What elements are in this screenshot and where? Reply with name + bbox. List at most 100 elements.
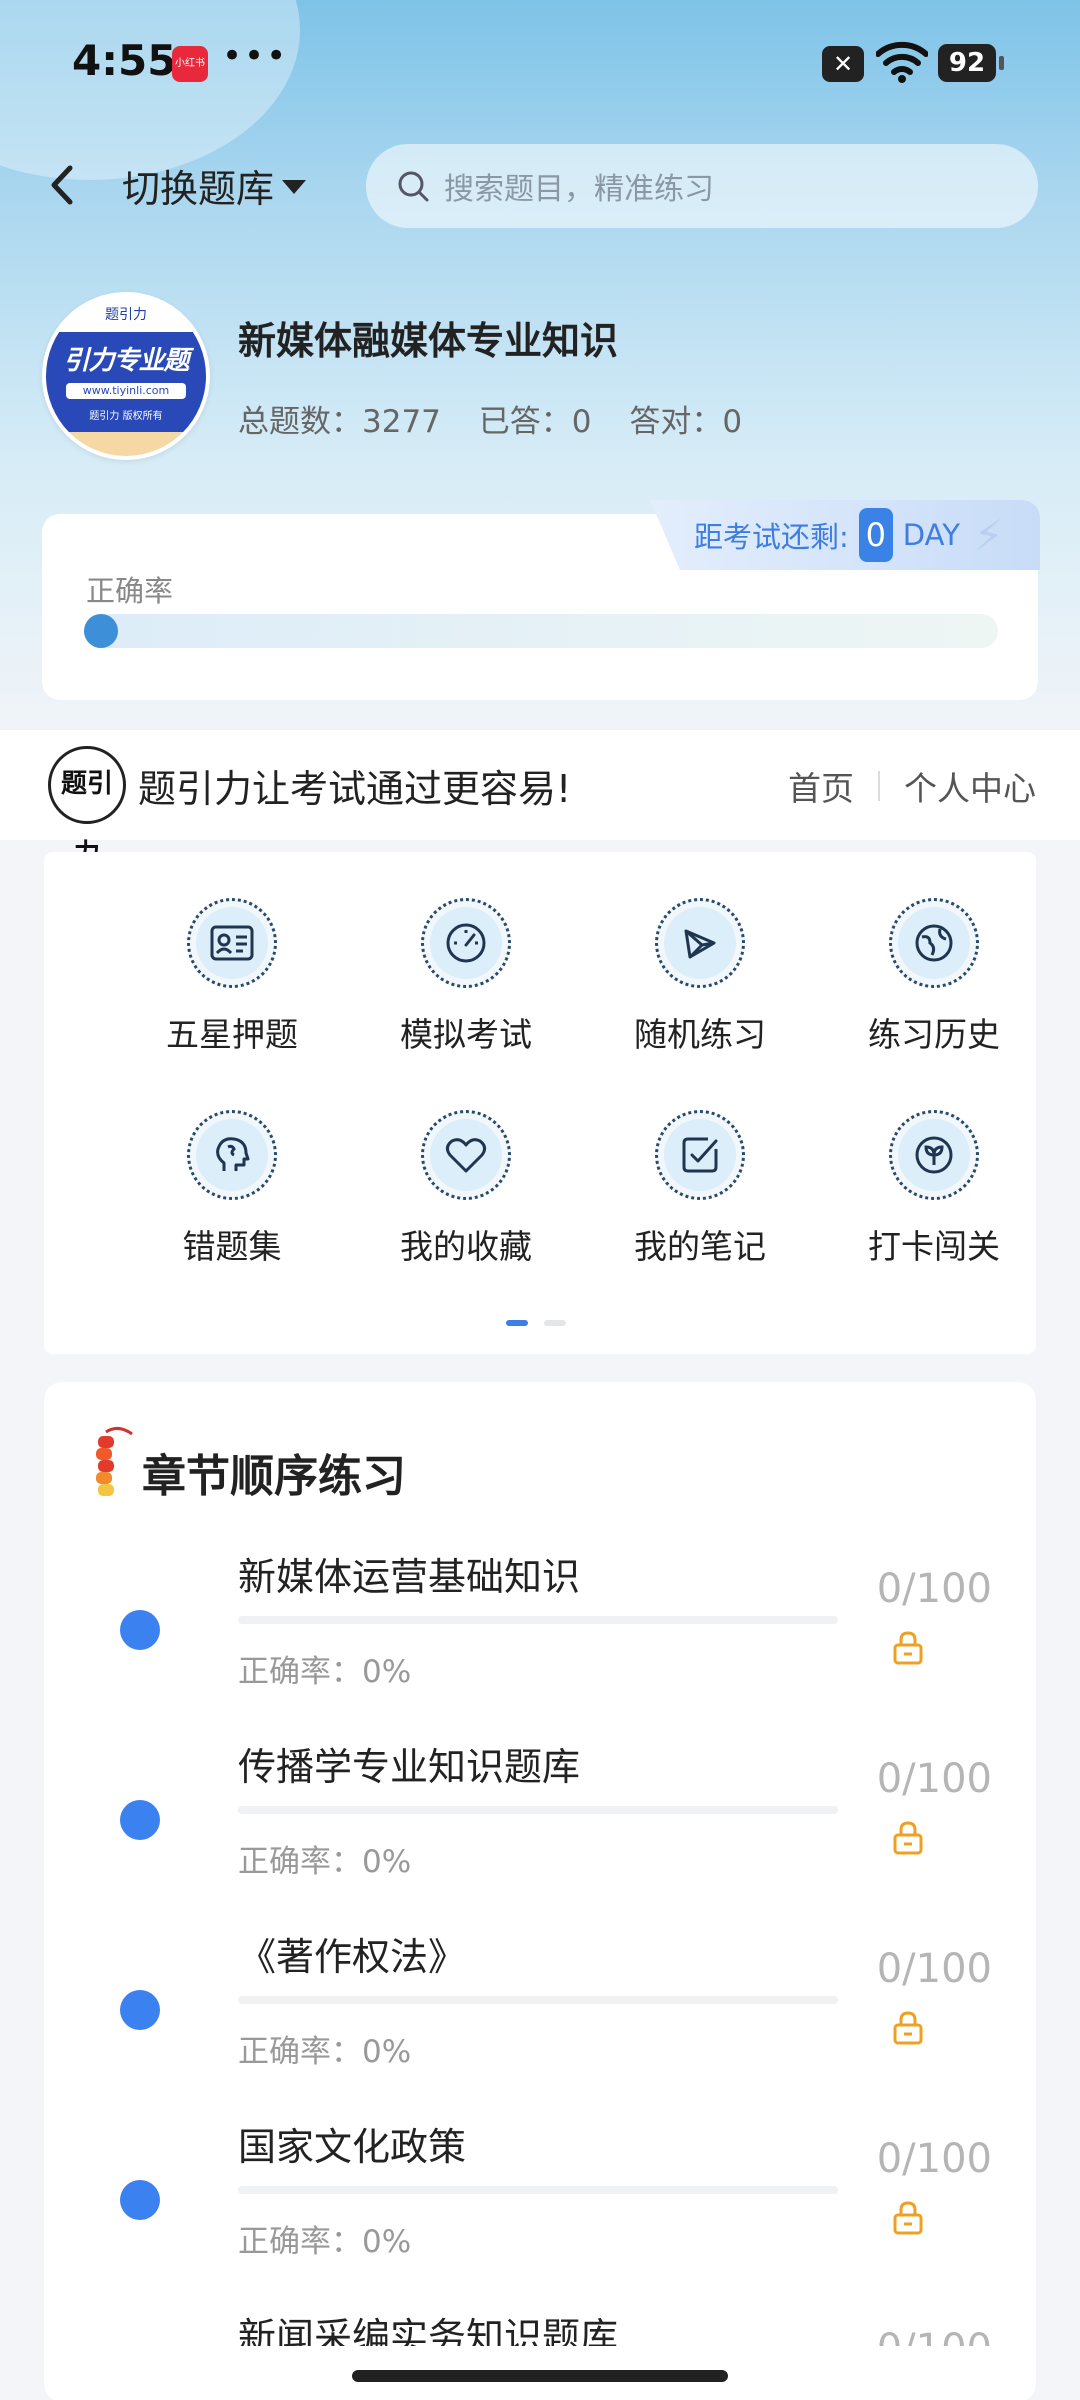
- wifi-icon: [876, 41, 928, 83]
- chapter-dot: [120, 1800, 160, 1840]
- chapter-title: 传播学专业知识题库: [238, 1745, 581, 1789]
- pager-dot[interactable]: [544, 1320, 566, 1326]
- back-arrow-icon[interactable]: [36, 150, 92, 220]
- feature-check-in[interactable]: 打卡闯关: [834, 1110, 1034, 1268]
- id-card-icon: [210, 925, 254, 961]
- feature-label: 练习历史: [868, 1015, 1000, 1054]
- chapter-progress-track: [238, 1996, 838, 2004]
- chapter-score: 0/100: [876, 1566, 992, 1612]
- feature-label: 打卡闯关: [868, 1227, 1000, 1266]
- nav-user-center-link[interactable]: 个人中心: [904, 762, 1036, 810]
- exam-countdown: 距考试还剩: 0 DAY ⚡: [650, 500, 1040, 570]
- feature-practice-history[interactable]: 练习历史: [834, 898, 1034, 1056]
- feature-label: 五星押题: [166, 1015, 298, 1054]
- feature-mock-exam[interactable]: 模拟考试: [366, 898, 566, 1056]
- xiaohongshu-app-icon: 小红书: [172, 46, 208, 82]
- home-indicator[interactable]: [352, 2370, 728, 2382]
- switch-bank-label: 切换题库: [122, 166, 275, 211]
- chapter-score: 0/100: [876, 1946, 992, 1992]
- feature-label: 我的收藏: [400, 1227, 532, 1266]
- feature-wrong-questions[interactable]: 错题集: [132, 1110, 332, 1268]
- total-questions: 总题数：3277: [238, 404, 441, 440]
- chapter-row[interactable]: 国家文化政策 正确率：0% 0/100: [44, 2116, 1036, 2306]
- feature-label: 错题集: [182, 1227, 282, 1266]
- more-notifications-icon: •••: [222, 36, 289, 76]
- search-placeholder: 搜索题目，精准练习: [444, 172, 714, 207]
- logo-band: 引力专业题 www.tiyinli.com 题引力 版权所有: [46, 332, 206, 432]
- chapter-accuracy: 正确率：0%: [238, 2224, 412, 2260]
- brand-strip: 题引力 题引力让考试通过更容易! 首页 个人中心: [0, 730, 1080, 869]
- chapter-dot: [120, 1610, 160, 1650]
- chapter-progress-track: [238, 1616, 838, 1624]
- correct-count: 答对：0: [629, 404, 743, 440]
- heart-icon: [445, 1138, 487, 1173]
- feature-label: 我的笔记: [634, 1227, 766, 1266]
- logo-copyright: 题引力 版权所有: [89, 411, 163, 422]
- feature-pager: [506, 1320, 566, 1326]
- chapter-dot: [120, 2180, 160, 2220]
- leaf-icon: [915, 1136, 953, 1174]
- switch-bank-button[interactable]: 切换题库: [122, 155, 307, 215]
- chapter-dot: [120, 1990, 160, 2030]
- status-time: 4:55: [72, 36, 177, 85]
- lightning-icon: ⚡: [973, 510, 1004, 560]
- chapter-row[interactable]: 新闻采编实务知识题库 0/100: [44, 2306, 1036, 2346]
- chapter-title: 《著作权法》: [238, 1935, 467, 1979]
- feature-random-practice[interactable]: 随机练习: [600, 898, 800, 1056]
- search-icon: [398, 171, 429, 202]
- lock-icon: [893, 1631, 923, 1665]
- sim-off-icon: ✕: [822, 46, 864, 82]
- lock-icon: [893, 2201, 923, 2235]
- accuracy-progress-fill: [84, 614, 118, 648]
- chapter-heading: 章节顺序练习: [142, 1451, 406, 1502]
- chapter-score: 0/100: [877, 2326, 992, 2346]
- answered-count: 已答：0: [478, 404, 592, 440]
- chapter-score: 0/100: [876, 1756, 992, 1802]
- firecracker-icon: [96, 1427, 133, 1496]
- countdown-label: 距考试还剩:: [694, 520, 849, 554]
- chapter-accuracy: 正确率：0%: [238, 2034, 412, 2070]
- head-icon: [216, 1137, 250, 1171]
- pager-dot-active[interactable]: [506, 1320, 528, 1326]
- search-input[interactable]: 搜索题目，精准练习: [366, 144, 1038, 228]
- brand-slogan: 题引力让考试通过更容易!: [138, 767, 572, 811]
- chapter-title: 新媒体运营基础知识: [238, 1555, 581, 1599]
- chapter-score: 0/100: [876, 2136, 992, 2182]
- logo-title: 引力专业题: [63, 346, 189, 376]
- battery-indicator: 92: [938, 44, 1004, 82]
- bank-title: 新媒体融媒体专业知识: [238, 319, 619, 363]
- accuracy-progress-track: [84, 614, 998, 648]
- feature-my-notes[interactable]: 我的笔记: [600, 1110, 800, 1268]
- logo-url: www.tiyinli.com: [66, 383, 186, 399]
- logo-top-text: 题引力: [46, 296, 206, 334]
- note-check-icon: [682, 1137, 718, 1173]
- chapter-progress-track: [238, 2186, 838, 2194]
- brand-nav: 首页 个人中心: [788, 762, 1036, 810]
- chapter-row[interactable]: 新媒体运营基础知识 正确率：0% 0/100: [44, 1546, 1036, 1736]
- lock-icon: [893, 1821, 923, 1855]
- status-bar: 4:55 小红书 ••• ✕ 92: [0, 0, 1080, 120]
- chapter-row[interactable]: 《著作权法》 正确率：0% 0/100: [44, 1926, 1036, 2116]
- globe-icon: [915, 924, 953, 962]
- gauge-icon: [446, 923, 486, 963]
- bank-stats: 总题数：3277 已答：0 答对：0: [238, 396, 770, 441]
- logo-bottom-band: [46, 432, 206, 456]
- chapter-title: 新闻采编实务知识题库: [238, 2315, 619, 2346]
- chapter-accuracy: 正确率：0%: [238, 1654, 412, 1690]
- chapter-row[interactable]: 传播学专业知识题库 正确率：0% 0/100: [44, 1736, 1036, 1926]
- question-bank-logo: 题引力 引力专业题 www.tiyinli.com 题引力 版权所有: [42, 292, 210, 460]
- countdown-unit: DAY: [902, 518, 960, 552]
- chapter-progress-track: [238, 1806, 838, 1814]
- nav-home-link[interactable]: 首页: [788, 762, 854, 810]
- feature-grid: 五星押题 模拟考试 随机练习 练习历史 错题集 我的收藏 我的笔记 打卡闯关: [44, 852, 1036, 1354]
- accuracy-label: 正确率: [86, 574, 174, 608]
- feature-five-star[interactable]: 五星押题: [132, 898, 332, 1056]
- shuffle-icon: [684, 929, 716, 959]
- chapter-title: 国家文化政策: [238, 2125, 467, 2169]
- brand-logo: 题引力: [48, 746, 126, 869]
- lock-icon: [893, 2011, 923, 2045]
- feature-favorites[interactable]: 我的收藏: [366, 1110, 566, 1268]
- feature-label: 随机练习: [634, 1015, 766, 1054]
- chapter-accuracy: 正确率：0%: [238, 1844, 412, 1880]
- countdown-value: 0: [858, 508, 893, 562]
